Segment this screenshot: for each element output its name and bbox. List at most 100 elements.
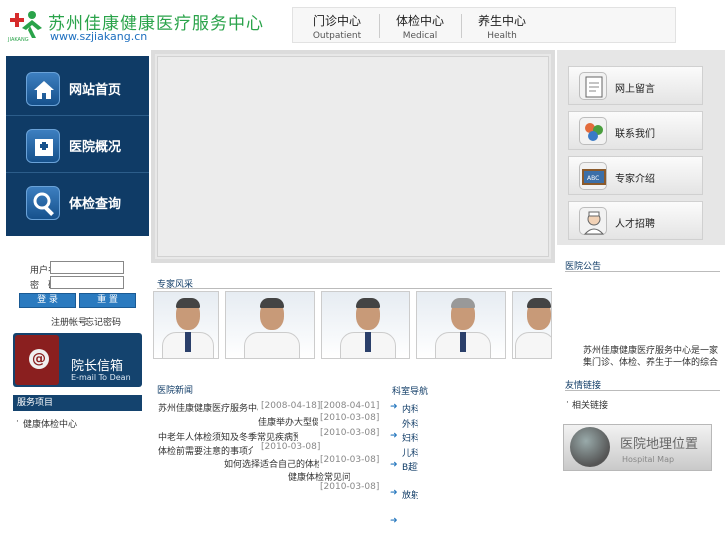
hospital-icon: [26, 129, 60, 163]
news-title: 医院新闻: [157, 386, 194, 396]
notice-text: 苏州佳康健康医疗服务中心是一家集门诊、体检、养生于一体的综合性医疗服务机构，占地…: [583, 346, 719, 367]
dept-title: 科室导航: [392, 387, 429, 397]
links-title: 友情链接: [565, 381, 602, 391]
arrow-right-icon: ➜: [390, 516, 398, 526]
home-icon: [26, 72, 60, 106]
left-nav-overview-label: 医院概况: [69, 140, 122, 155]
top-nav-medical-en: Medical: [402, 31, 438, 41]
main-banner: [151, 50, 555, 263]
service-bullet: ·: [16, 417, 19, 427]
expert-hair: [527, 298, 551, 308]
friend-link[interactable]: 相关链接: [572, 398, 608, 411]
dept-item[interactable]: B超室: [402, 460, 418, 473]
contact-us-label: 联系我们: [615, 129, 655, 140]
top-nav-health[interactable]: 养生中心 Health: [462, 12, 542, 41]
svg-text:ABC: ABC: [587, 175, 599, 182]
link-bullet: ·: [566, 398, 569, 408]
dept-item[interactable]: 内科门诊: [402, 402, 418, 415]
arrow-right-icon: ➜: [390, 488, 398, 498]
dept-item[interactable]: 放射科: [402, 488, 418, 501]
site-logo[interactable]: JIAKANG 苏州佳康健康医疗服务中心 www.szjiakang.cn: [6, 6, 263, 44]
top-nav-outpatient-en: Outpatient: [312, 31, 362, 41]
expert-photo[interactable]: [321, 291, 410, 359]
dept-item[interactable]: 外科: [402, 417, 418, 430]
left-nav-query-label: 体检查询: [69, 197, 122, 212]
left-nav-query[interactable]: 体检查询: [6, 173, 149, 230]
expert-coat: [515, 332, 551, 358]
top-nav-outpatient-zh: 门诊中心: [312, 14, 361, 28]
register-link[interactable]: 注册帐号: [51, 315, 87, 328]
top-nav-medical[interactable]: 体检中心 Medical: [380, 12, 460, 41]
message-board-label: 网上留言: [615, 84, 655, 95]
news-date: [2010-03-08]: [320, 482, 380, 492]
experts-header: 专家风采: [157, 277, 552, 290]
news-date: [2010-03-08]: [320, 413, 380, 423]
forgot-password-link[interactable]: 忘记密码: [85, 315, 121, 328]
username-input[interactable]: [50, 261, 124, 274]
contact-icon: [579, 117, 607, 145]
news-item[interactable]: 苏州佳康健康医疗服务中心正式对外开放营业: [158, 401, 258, 414]
dean-mailbox-title: 院长信箱: [71, 359, 124, 374]
news-date: [2008-04-01]: [320, 401, 380, 411]
expert-intro-label: 专家介绍: [615, 174, 655, 185]
dean-mailbox-subtitle: E-mail To Dean: [71, 373, 131, 382]
careers-button[interactable]: 人才招聘: [568, 201, 703, 240]
service-item[interactable]: 健康体检中心: [23, 417, 77, 430]
clipboard-icon: [579, 72, 607, 100]
expert-hair: [176, 298, 200, 308]
careers-label: 人才招聘: [615, 219, 655, 230]
logo-mark-text: JIAKANG: [8, 37, 29, 43]
mailbox-book-icon: @: [15, 335, 59, 385]
login-button[interactable]: 登 录: [19, 293, 76, 308]
top-nav: 门诊中心 Outpatient 体检中心 Medical 养生中心 Health: [292, 7, 676, 43]
globe-icon: [570, 427, 610, 467]
blackboard-icon: ABC: [579, 162, 607, 190]
contact-us-button[interactable]: 联系我们: [568, 111, 703, 150]
expert-photo[interactable]: [416, 291, 506, 359]
hospital-map-title: 医院地理位置: [620, 437, 699, 452]
expert-photo[interactable]: [225, 291, 315, 359]
magnifier-icon: [26, 186, 60, 220]
expert-hair: [260, 298, 284, 308]
dept-item[interactable]: 儿科门诊: [402, 446, 418, 459]
expert-hair: [356, 298, 380, 308]
left-nav-overview[interactable]: 医院概况: [6, 116, 149, 173]
top-nav-medical-zh: 体检中心: [395, 14, 444, 28]
news-date: [2010-03-08]: [320, 428, 380, 438]
hospital-map-banner[interactable]: 医院地理位置 Hospital Map: [563, 424, 712, 471]
message-board-button[interactable]: 网上留言: [568, 66, 703, 105]
experts-title: 专家风采: [157, 280, 194, 290]
hospital-map-subtitle: Hospital Map: [622, 455, 675, 464]
arrow-right-icon: ➜: [390, 460, 398, 470]
reset-button[interactable]: 重 置: [79, 293, 136, 308]
expert-photo[interactable]: [512, 291, 552, 359]
top-nav-health-zh: 养生中心: [477, 14, 526, 28]
expert-hair: [451, 298, 475, 308]
news-date: [2008-04-18]: [261, 401, 321, 411]
left-nav-home[interactable]: 网站首页: [6, 59, 149, 116]
expert-tie: [365, 332, 371, 352]
arrow-right-icon: ➜: [390, 431, 398, 441]
banner-frame: [157, 56, 549, 257]
expert-coat: [244, 332, 300, 358]
expert-tie: [185, 332, 191, 352]
news-date: [2010-03-08]: [261, 442, 321, 452]
expert-photo[interactable]: [153, 291, 219, 359]
left-nav: 网站首页 医院概况 体检查询: [6, 56, 149, 236]
news-item[interactable]: 体检前需要注意的事项介绍: [158, 444, 253, 457]
expert-tie: [460, 332, 466, 352]
dept-item[interactable]: 妇科: [402, 431, 418, 444]
service-section-header: 服务项目: [13, 395, 142, 411]
news-date: [2010-03-08]: [320, 455, 380, 465]
dean-mailbox-banner[interactable]: @ 院长信箱 E-mail To Dean: [13, 333, 142, 387]
doctor-icon: [579, 207, 607, 235]
news-item[interactable]: 如何选择适合自己的体检套餐: [224, 457, 319, 470]
expert-intro-button[interactable]: ABC 专家介绍: [568, 156, 703, 195]
arrow-right-icon: ➜: [390, 402, 398, 412]
links-header: 友情链接: [565, 378, 720, 391]
top-nav-outpatient[interactable]: 门诊中心 Outpatient: [297, 12, 377, 41]
password-input[interactable]: [50, 276, 124, 289]
news-item[interactable]: 佳康举办大型健康知识讲座: [258, 415, 318, 428]
left-nav-home-label: 网站首页: [69, 83, 122, 98]
notice-header: 医院公告: [565, 259, 720, 272]
